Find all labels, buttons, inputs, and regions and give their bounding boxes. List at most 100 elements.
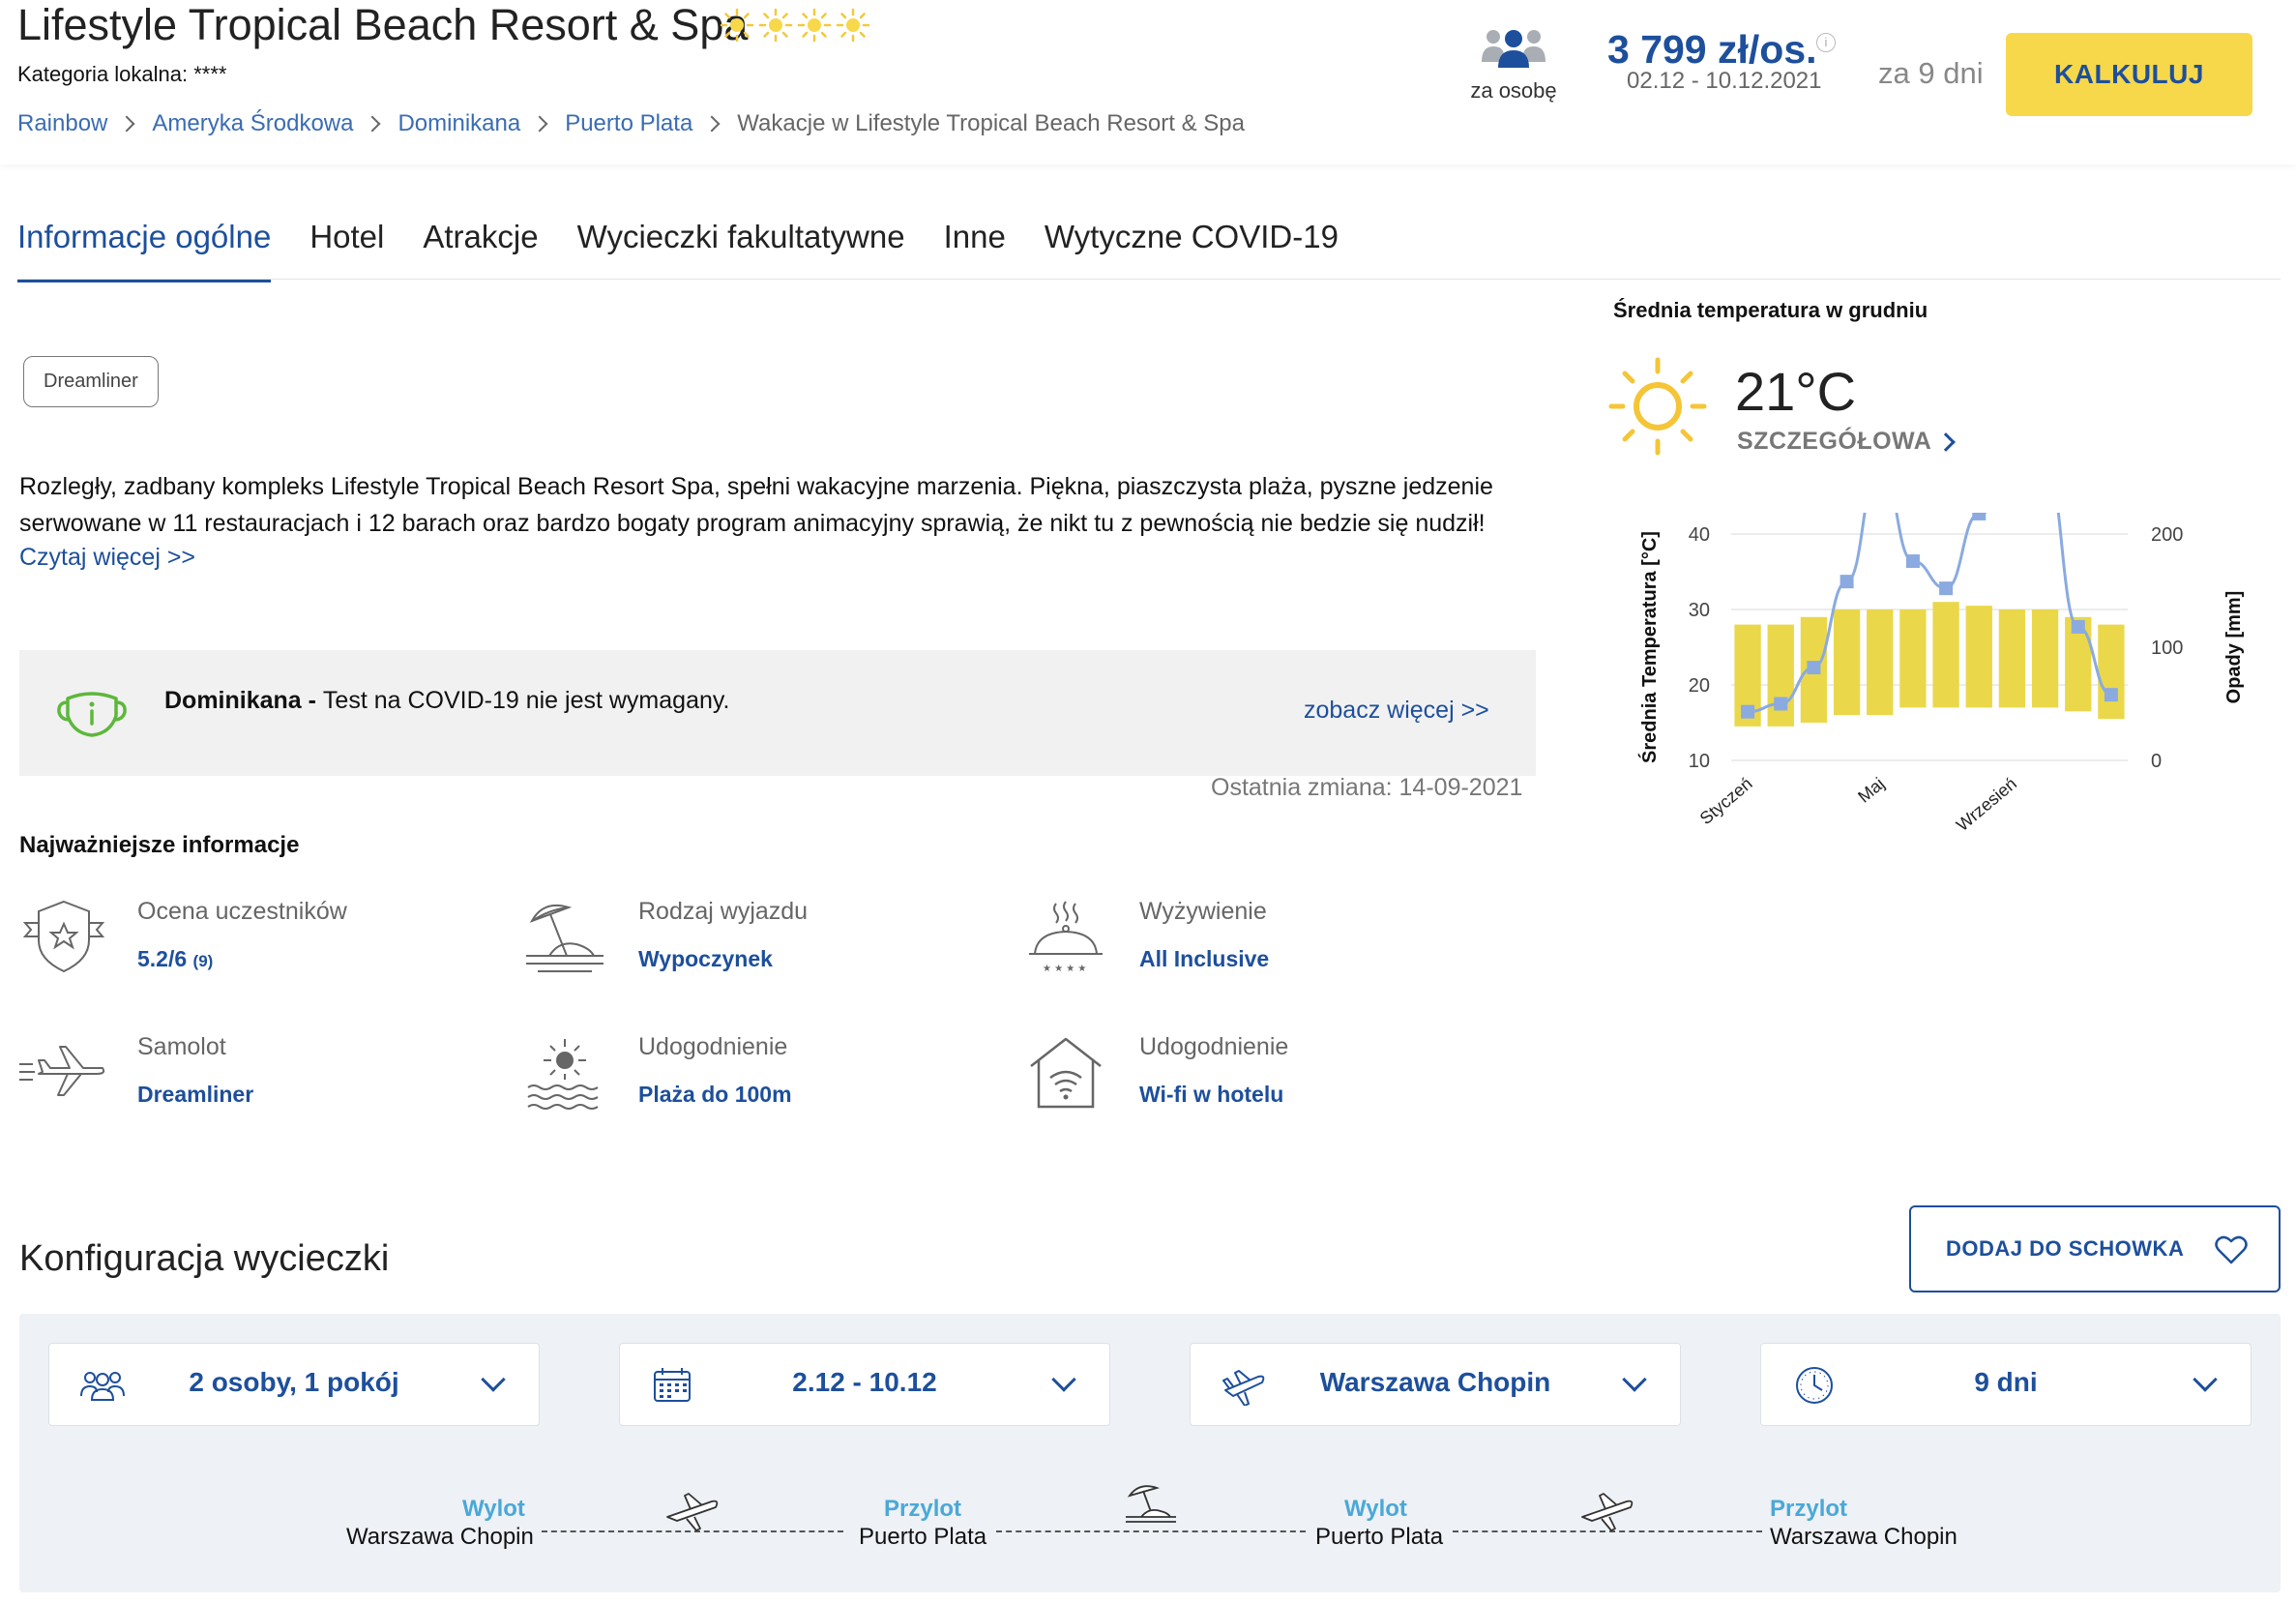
tab-hotel[interactable]: Hotel — [309, 219, 384, 282]
price: 3 799 zł/os. — [1607, 27, 1817, 72]
tab-excursions[interactable]: Wycieczki fakultatywne — [577, 219, 905, 282]
temperature-bar — [1833, 609, 1861, 716]
last-change: Ostatnia zmiana: 14-09-2021 — [1211, 774, 1523, 801]
precipitation-point — [1972, 513, 1987, 520]
rating-count: (9) — [192, 952, 214, 970]
temperature-bar — [2098, 624, 2125, 720]
temperature-value: 21°C — [1735, 361, 1857, 422]
airplane-icon — [19, 1046, 105, 1096]
add-to-favorites-label: DODAJ DO SCHOWKA — [1946, 1236, 2185, 1261]
precipitation-point — [1774, 697, 1788, 711]
covid-message: Dominikana - Test na COVID-19 nie jest w… — [164, 687, 729, 715]
hotel-title: Lifestyle Tropical Beach Resort & Spa — [17, 0, 749, 49]
info-label: Wyżywienie — [1139, 898, 1267, 925]
x-tick-label: Styczeń — [1696, 774, 1756, 828]
aircraft-tag: Dreamliner — [23, 356, 159, 407]
info-value: Wypoczynek — [638, 946, 773, 971]
chevron-right-icon — [703, 115, 721, 133]
info-beach: Udogodnienie Plaża do 100m — [520, 1033, 956, 1120]
weather-details-link[interactable]: SZCZEGÓŁOWA — [1737, 428, 1957, 456]
temperature-bar — [1867, 609, 1894, 716]
beach-umbrella-icon — [1126, 1485, 1176, 1523]
x-tick-label: Maj — [1854, 774, 1888, 807]
precipitation-point — [1807, 661, 1821, 675]
precipitation-point — [1939, 581, 1954, 596]
breadcrumb-link[interactable]: Rainbow — [17, 110, 107, 137]
select-departure-airport[interactable]: Warszawa Chopin — [1190, 1343, 1681, 1426]
precipitation-point — [2071, 619, 2085, 634]
covid-country: Dominikana - — [164, 687, 323, 714]
route-city: Warszawa Chopin — [1770, 1524, 1957, 1550]
route-label: Przylot — [884, 1496, 962, 1522]
info-label: Samolot — [137, 1033, 226, 1060]
info-plane: Samolot Dreamliner — [19, 1033, 455, 1120]
airplane-icon — [1581, 1493, 1634, 1531]
add-to-favorites-button[interactable]: DODAJ DO SCHOWKA — [1909, 1205, 2281, 1292]
route-city: Puerto Plata — [1315, 1524, 1444, 1550]
y-tick-label-right: 0 — [2151, 751, 2162, 772]
local-category: Kategoria lokalna: **** — [17, 62, 227, 86]
chevron-right-icon — [364, 115, 381, 133]
breadcrumb-link[interactable]: Ameryka Środkowa — [152, 110, 353, 137]
shield-star-icon — [22, 900, 105, 973]
trip-dates: 02.12 - 10.12.2021 — [1627, 68, 1822, 94]
chevron-right-icon — [118, 115, 135, 133]
info-value: Dreamliner — [137, 1082, 254, 1107]
select-value: Warszawa Chopin — [1319, 1367, 1551, 1397]
temperature-bar — [1965, 606, 1992, 708]
select-duration[interactable]: 9 dni — [1760, 1343, 2252, 1426]
y-tick-label-left: 20 — [1689, 675, 1710, 697]
info-rating: Ocena uczestników 5.2/6 (9) — [19, 898, 455, 985]
y-tick-label-right: 200 — [2151, 524, 2183, 546]
info-label: Rodzaj wyjazdu — [638, 898, 809, 925]
calculate-button[interactable]: KALKULUJ — [2006, 33, 2252, 116]
y-axis-label-left: Średnia Temperatura [°C] — [1637, 531, 1661, 763]
info-wifi: Udogodnienie Wi-fi w hotelu — [1021, 1033, 1457, 1120]
sun-icon — [1608, 357, 1707, 456]
tabs-divider — [17, 279, 2281, 280]
persons-selector[interactable]: za osobę — [1451, 25, 1576, 104]
breadcrumb-link[interactable]: Puerto Plata — [565, 110, 692, 137]
temperature-bar — [1899, 609, 1927, 708]
temperature-bar — [1998, 609, 2026, 708]
read-more-link[interactable]: Czytaj więcej >> — [19, 544, 195, 572]
chevron-right-icon — [1936, 432, 1957, 452]
route-city: Warszawa Chopin — [346, 1524, 534, 1550]
info-value: All Inclusive — [1139, 946, 1270, 971]
precipitation-point — [2104, 688, 2118, 702]
description-line: Rozległy, zadbany kompleks Lifestyle Tro… — [19, 473, 1493, 500]
key-info-title: Najważniejsze informacje — [19, 832, 300, 858]
weather-details-label: SZCZEGÓŁOWA — [1737, 428, 1932, 455]
info-icon[interactable]: i — [1816, 33, 1836, 52]
select-dates[interactable]: 2.12 - 10.12 — [619, 1343, 1110, 1426]
y-tick-label-left: 40 — [1689, 524, 1710, 546]
sun-sea-icon — [527, 1039, 599, 1110]
temperature-bar — [2031, 609, 2059, 708]
select-value: 9 dni — [1974, 1367, 2038, 1397]
chevron-right-icon — [531, 115, 548, 133]
breadcrumb-link[interactable]: Dominikana — [397, 110, 520, 137]
beach-umbrella-icon — [526, 904, 603, 972]
food-cloche-icon: ★ ★ ★ ★ — [1029, 901, 1103, 974]
tab-general-info[interactable]: Informacje ogólne — [17, 219, 272, 282]
info-value: Plaża do 100m — [638, 1082, 792, 1107]
tab-other[interactable]: Inne — [944, 219, 1006, 282]
people-icon — [1482, 30, 1545, 68]
covid-more-link[interactable]: zobacz więcej >> — [1304, 697, 1489, 725]
select-value: 2.12 - 10.12 — [792, 1367, 937, 1397]
tab-covid[interactable]: Wytyczne COVID-19 — [1045, 219, 1339, 282]
description-line: serwowane w 11 restauracjach i 12 barach… — [19, 510, 1486, 537]
precipitation-point — [1905, 554, 1920, 569]
heart-icon — [2215, 1235, 2248, 1264]
airplane-icon — [666, 1493, 719, 1531]
trip-duration: za 9 dni — [1878, 56, 1984, 90]
select-travelers[interactable]: 2 osoby, 1 pokój — [48, 1343, 540, 1426]
route-city: Puerto Plata — [859, 1524, 987, 1550]
temperature-bar — [1767, 624, 1794, 727]
info-label: Udogodnienie — [638, 1033, 788, 1060]
covid-info-box: Dominikana - Test na COVID-19 nie jest w… — [19, 650, 1536, 776]
star-sun-icon — [720, 8, 754, 43]
y-tick-label-right: 100 — [2151, 638, 2183, 659]
tab-attractions[interactable]: Atrakcje — [423, 219, 538, 282]
info-value: 5.2/6 (9) — [137, 946, 213, 972]
